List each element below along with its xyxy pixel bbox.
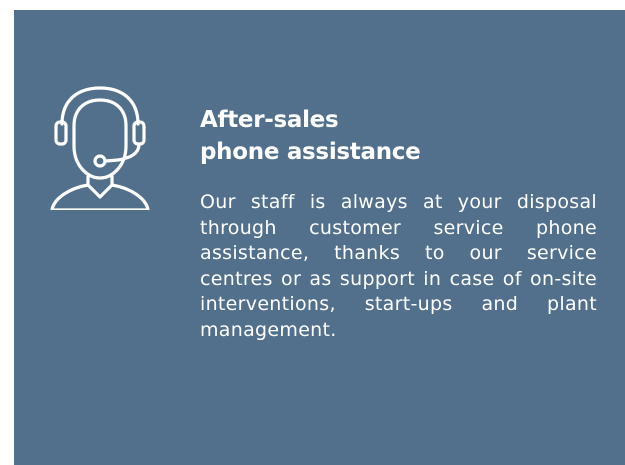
title-line-1: After-sales bbox=[200, 107, 339, 133]
customer-support-headset-icon bbox=[50, 86, 150, 212]
title-line-2: phone assistance bbox=[200, 139, 421, 165]
assistance-card: After-sales phone assistance Our staff i… bbox=[14, 10, 625, 465]
card-title: After-sales phone assistance bbox=[200, 104, 600, 168]
card-description: Our staff is always at your disposal thr… bbox=[200, 191, 597, 341]
